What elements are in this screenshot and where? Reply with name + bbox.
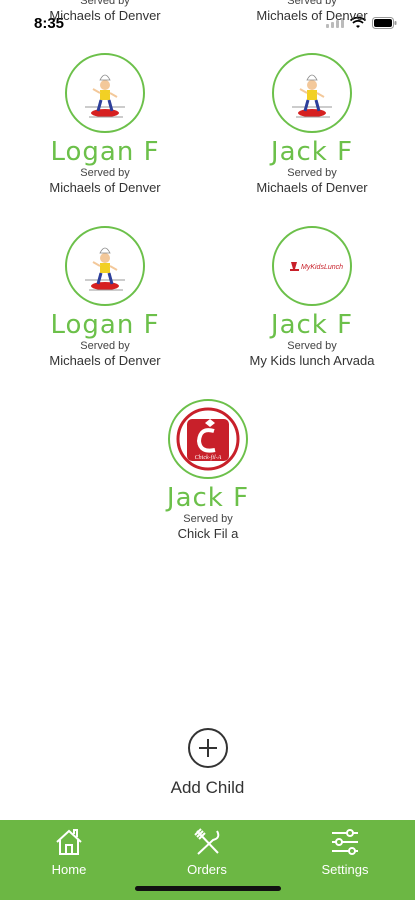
home-icon [53, 826, 85, 858]
chef-icon [272, 53, 352, 133]
utensils-icon [191, 826, 223, 858]
add-child-label[interactable]: Add Child [0, 778, 415, 798]
served-by-label: Served by [183, 513, 233, 525]
tab-label: Settings [321, 862, 369, 877]
child-name: Logan F [50, 137, 160, 167]
child-card-partial[interactable]: Served by Michaels of Denver [0, 0, 210, 24]
child-card[interactable]: Jack F Served by Michaels of Denver [207, 53, 415, 196]
vendor-name: My Kids lunch Arvada [249, 353, 375, 368]
vendor-name: Michaels of Denver [49, 8, 161, 23]
logo-text: MyKidsLunch [301, 264, 343, 271]
vendor-name: Chick Fil a [177, 526, 239, 541]
tab-home[interactable]: Home [14, 826, 124, 877]
logo-text: Chick-fil-A [195, 454, 222, 461]
served-by-label: Served by [287, 340, 337, 352]
add-child-button[interactable] [187, 728, 228, 768]
vendor-name: Michaels of Denver [49, 180, 161, 195]
tab-label: Home [51, 862, 87, 877]
chef-icon [65, 226, 145, 306]
served-by-label: Served by [80, 167, 130, 179]
tab-orders[interactable]: Orders [152, 826, 262, 877]
chickfila-icon: Chick-fil-A [168, 399, 248, 479]
child-card[interactable]: Chick-fil-A Jack F Served by Chick Fil a [103, 399, 313, 542]
vendor-name: Michaels of Denver [256, 8, 368, 23]
tab-label: Orders [187, 862, 227, 877]
chef-icon [65, 53, 145, 133]
child-name: Logan F [50, 310, 160, 340]
served-by-label: Served by [80, 340, 130, 352]
vendor-name: Michaels of Denver [49, 353, 161, 368]
child-card[interactable]: Logan F Served by Michaels of Denver [0, 53, 210, 196]
served-by-label: Served by [80, 0, 130, 7]
child-name: Jack F [166, 483, 250, 513]
served-by-label: Served by [287, 167, 337, 179]
add-child: Add Child [0, 728, 415, 798]
tab-settings[interactable]: Settings [290, 826, 400, 877]
child-card[interactable]: MyKidsLunch Jack F Served by My Kids lun… [207, 226, 415, 369]
child-card[interactable]: Logan F Served by Michaels of Denver [0, 226, 210, 369]
mykidslunch-icon: MyKidsLunch [272, 226, 352, 306]
sliders-icon [329, 826, 361, 858]
child-name: Jack F [270, 310, 354, 340]
child-name: Jack F [270, 137, 354, 167]
home-indicator[interactable] [135, 886, 281, 891]
vendor-name: Michaels of Denver [256, 180, 368, 195]
served-by-label: Served by [287, 0, 337, 7]
child-card-partial[interactable]: Served by Michaels of Denver [207, 0, 415, 24]
